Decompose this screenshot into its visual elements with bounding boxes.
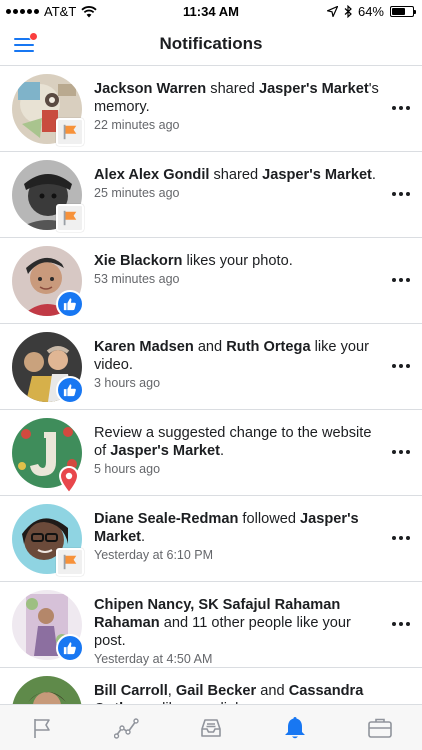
message-bold-segment[interactable]: Jasper's Market <box>259 81 369 97</box>
insights-icon <box>113 717 139 739</box>
notification-text: Chipen Nancy, SK Safajul Rahaman Rahaman… <box>94 596 382 667</box>
message-segment: and <box>193 339 227 355</box>
like-icon <box>56 634 84 662</box>
briefcase-icon <box>368 718 392 738</box>
message-bold-segment[interactable]: Jackson Warren <box>94 81 206 97</box>
notification-message: Diane Seale-Redman followed Jasper's Mar… <box>94 510 382 546</box>
flag-icon <box>34 718 51 738</box>
notification-time: Yesterday at 6:10 PM <box>94 548 214 562</box>
message-bold-segment[interactable]: Alex Alex Gondil <box>94 167 209 183</box>
notification-text: Bill Carroll, Gail Becker and Cassandra … <box>94 682 382 704</box>
more-options-button[interactable] <box>392 536 410 540</box>
location-pin-icon <box>58 466 80 495</box>
message-segment: followed <box>238 511 301 527</box>
tab-inbox[interactable] <box>169 705 253 750</box>
message-bold-segment[interactable]: Gail Becker <box>176 683 256 699</box>
message-segment: , <box>167 683 176 699</box>
page-flag-icon <box>56 204 84 232</box>
message-bold-segment[interactable]: Karen Madsen <box>94 339 194 355</box>
notification-message: Chipen Nancy, SK Safajul Rahaman Rahaman… <box>94 596 382 650</box>
notification-time: 5 hours ago <box>94 462 161 476</box>
inbox-icon <box>201 718 221 737</box>
battery-icon <box>390 6 416 17</box>
notification-text: Jackson Warren shared Jasper's Market's … <box>94 80 382 133</box>
notification-time: 25 minutes ago <box>94 186 180 200</box>
notification-item[interactable]: Alex Alex Gondil shared Jasper's Market.… <box>0 152 422 238</box>
message-bold-segment[interactable]: Ruth Ortega <box>226 339 310 355</box>
notification-text: Karen Madsen and Ruth Ortega like your v… <box>94 338 382 391</box>
notification-message: Karen Madsen and Ruth Ortega like your v… <box>94 338 382 374</box>
notification-message: Jackson Warren shared Jasper's Market's … <box>94 80 382 116</box>
notification-item[interactable]: Bill Carroll, Gail Becker and Cassandra … <box>0 668 422 704</box>
tab-pages[interactable] <box>0 705 84 750</box>
status-right: 64% <box>326 4 416 19</box>
more-options-button[interactable] <box>392 622 410 626</box>
message-bold-segment[interactable]: Jasper's Market <box>262 167 372 183</box>
notification-item[interactable]: Jackson Warren shared Jasper's Market's … <box>0 66 422 152</box>
notification-time: 3 hours ago <box>94 376 161 390</box>
message-bold-segment[interactable]: Xie Blackorn <box>94 253 182 269</box>
notification-item[interactable]: Chipen Nancy, SK Safajul Rahaman Rahaman… <box>0 582 422 668</box>
bell-icon <box>285 716 306 738</box>
page-title: Notifications <box>159 34 263 53</box>
message-segment: shared <box>206 81 259 97</box>
page-flag-icon <box>56 118 84 146</box>
more-options-button[interactable] <box>392 192 410 196</box>
like-icon <box>56 376 84 404</box>
battery-percent: 64% <box>357 4 384 19</box>
notification-text: Review a suggested change to the website… <box>94 424 382 477</box>
notification-text: Alex Alex Gondil shared Jasper's Market.… <box>94 166 382 201</box>
message-segment: . <box>219 443 225 459</box>
tab-notifications[interactable] <box>253 705 337 750</box>
notification-message: Xie Blackorn likes your photo. <box>94 252 382 270</box>
notification-message: Review a suggested change to the website… <box>94 424 382 460</box>
more-options-button[interactable] <box>392 278 410 282</box>
notification-item[interactable]: Diane Seale-Redman followed Jasper's Mar… <box>0 496 422 582</box>
notification-text: Xie Blackorn likes your photo. 53 minute… <box>94 252 382 287</box>
bluetooth-icon <box>344 5 352 18</box>
tab-insights[interactable] <box>84 705 168 750</box>
more-options-button[interactable] <box>392 106 410 110</box>
message-segment: shared <box>209 167 263 183</box>
message-segment: . <box>141 529 146 545</box>
notifications-list: Jackson Warren shared Jasper's Market's … <box>0 66 422 704</box>
status-bar: AT&T 11:34 AM 64% <box>0 0 422 22</box>
notification-item[interactable]: Karen Madsen and Ruth Ortega like your v… <box>0 324 422 410</box>
message-segment: . <box>371 167 376 183</box>
like-icon <box>56 290 84 318</box>
notification-item[interactable]: Review a suggested change to the website… <box>0 410 422 496</box>
tab-tools[interactable] <box>338 705 422 750</box>
notification-time: 53 minutes ago <box>94 272 180 286</box>
notification-time: Yesterday at 4:50 AM <box>94 652 213 666</box>
navigation-bar: Notifications <box>0 22 422 66</box>
avatar <box>12 676 82 704</box>
battery-fill <box>392 8 405 15</box>
notification-message: Alex Alex Gondil shared Jasper's Market. <box>94 166 382 184</box>
message-bold-segment[interactable]: Jasper's Market <box>110 443 220 459</box>
message-bold-segment[interactable]: Bill Carroll <box>94 683 168 699</box>
message-bold-segment[interactable]: Diane Seale-Redman <box>94 511 238 527</box>
notification-message: Bill Carroll, Gail Becker and Cassandra … <box>94 682 382 704</box>
location-arrow-icon <box>326 6 338 17</box>
more-options-button[interactable] <box>392 450 410 454</box>
notification-text: Diane Seale-Redman followed Jasper's Mar… <box>94 510 382 563</box>
message-segment: likes your photo. <box>182 253 293 269</box>
tab-bar <box>0 704 422 750</box>
notification-time: 22 minutes ago <box>94 118 180 132</box>
more-options-button[interactable] <box>392 364 410 368</box>
message-segment: and <box>256 683 289 699</box>
page-flag-icon <box>56 548 84 576</box>
notification-item[interactable]: Xie Blackorn likes your photo. 53 minute… <box>0 238 422 324</box>
